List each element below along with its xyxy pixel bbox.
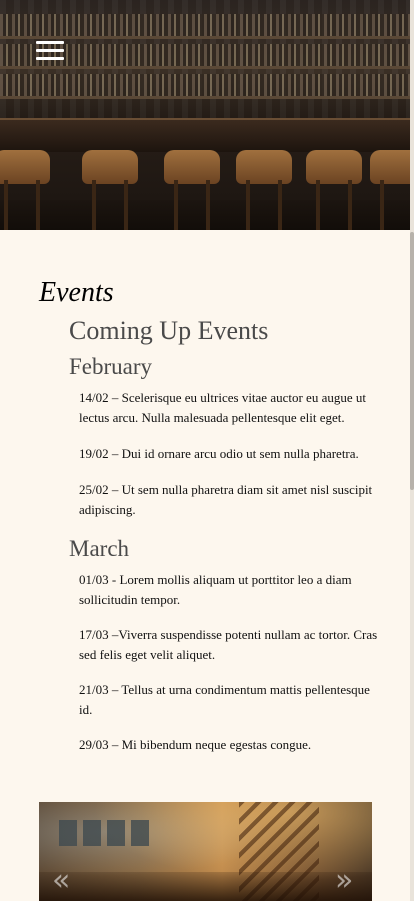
hero-bar-image: [0, 0, 410, 230]
gallery-prev-icon[interactable]: «: [52, 866, 70, 896]
page-scrollbar[interactable]: [410, 0, 414, 901]
month-heading-march: March: [69, 536, 130, 561]
event-item: 01/03 - Lorem mollis aliquam ut porttito…: [79, 572, 352, 607]
hamburger-menu-icon[interactable]: [36, 41, 64, 61]
gallery-slider-image: [39, 802, 372, 901]
event-item: 17/03 –Viverra suspendisse potenti nulla…: [79, 627, 378, 662]
event-item: 29/03 – Mi bibendum neque egestas congue…: [79, 737, 312, 752]
page-title: Events: [39, 277, 114, 308]
scrollbar-thumb[interactable]: [410, 232, 414, 490]
event-item: 14/02 – Scelerisque eu ultrices vitae au…: [79, 390, 366, 425]
section-subtitle: Coming Up Events: [69, 316, 269, 345]
gallery-next-icon[interactable]: »: [335, 866, 353, 896]
month-heading-february: February: [69, 354, 153, 379]
bar-counter: [0, 118, 410, 152]
event-item: 19/02 – Dui id ornare arcu odio ut sem n…: [79, 446, 359, 461]
event-item: 25/02 – Ut sem nulla pharetra diam sit a…: [79, 482, 373, 517]
event-item: 21/03 – Tellus at urna condimentum matti…: [79, 682, 370, 717]
